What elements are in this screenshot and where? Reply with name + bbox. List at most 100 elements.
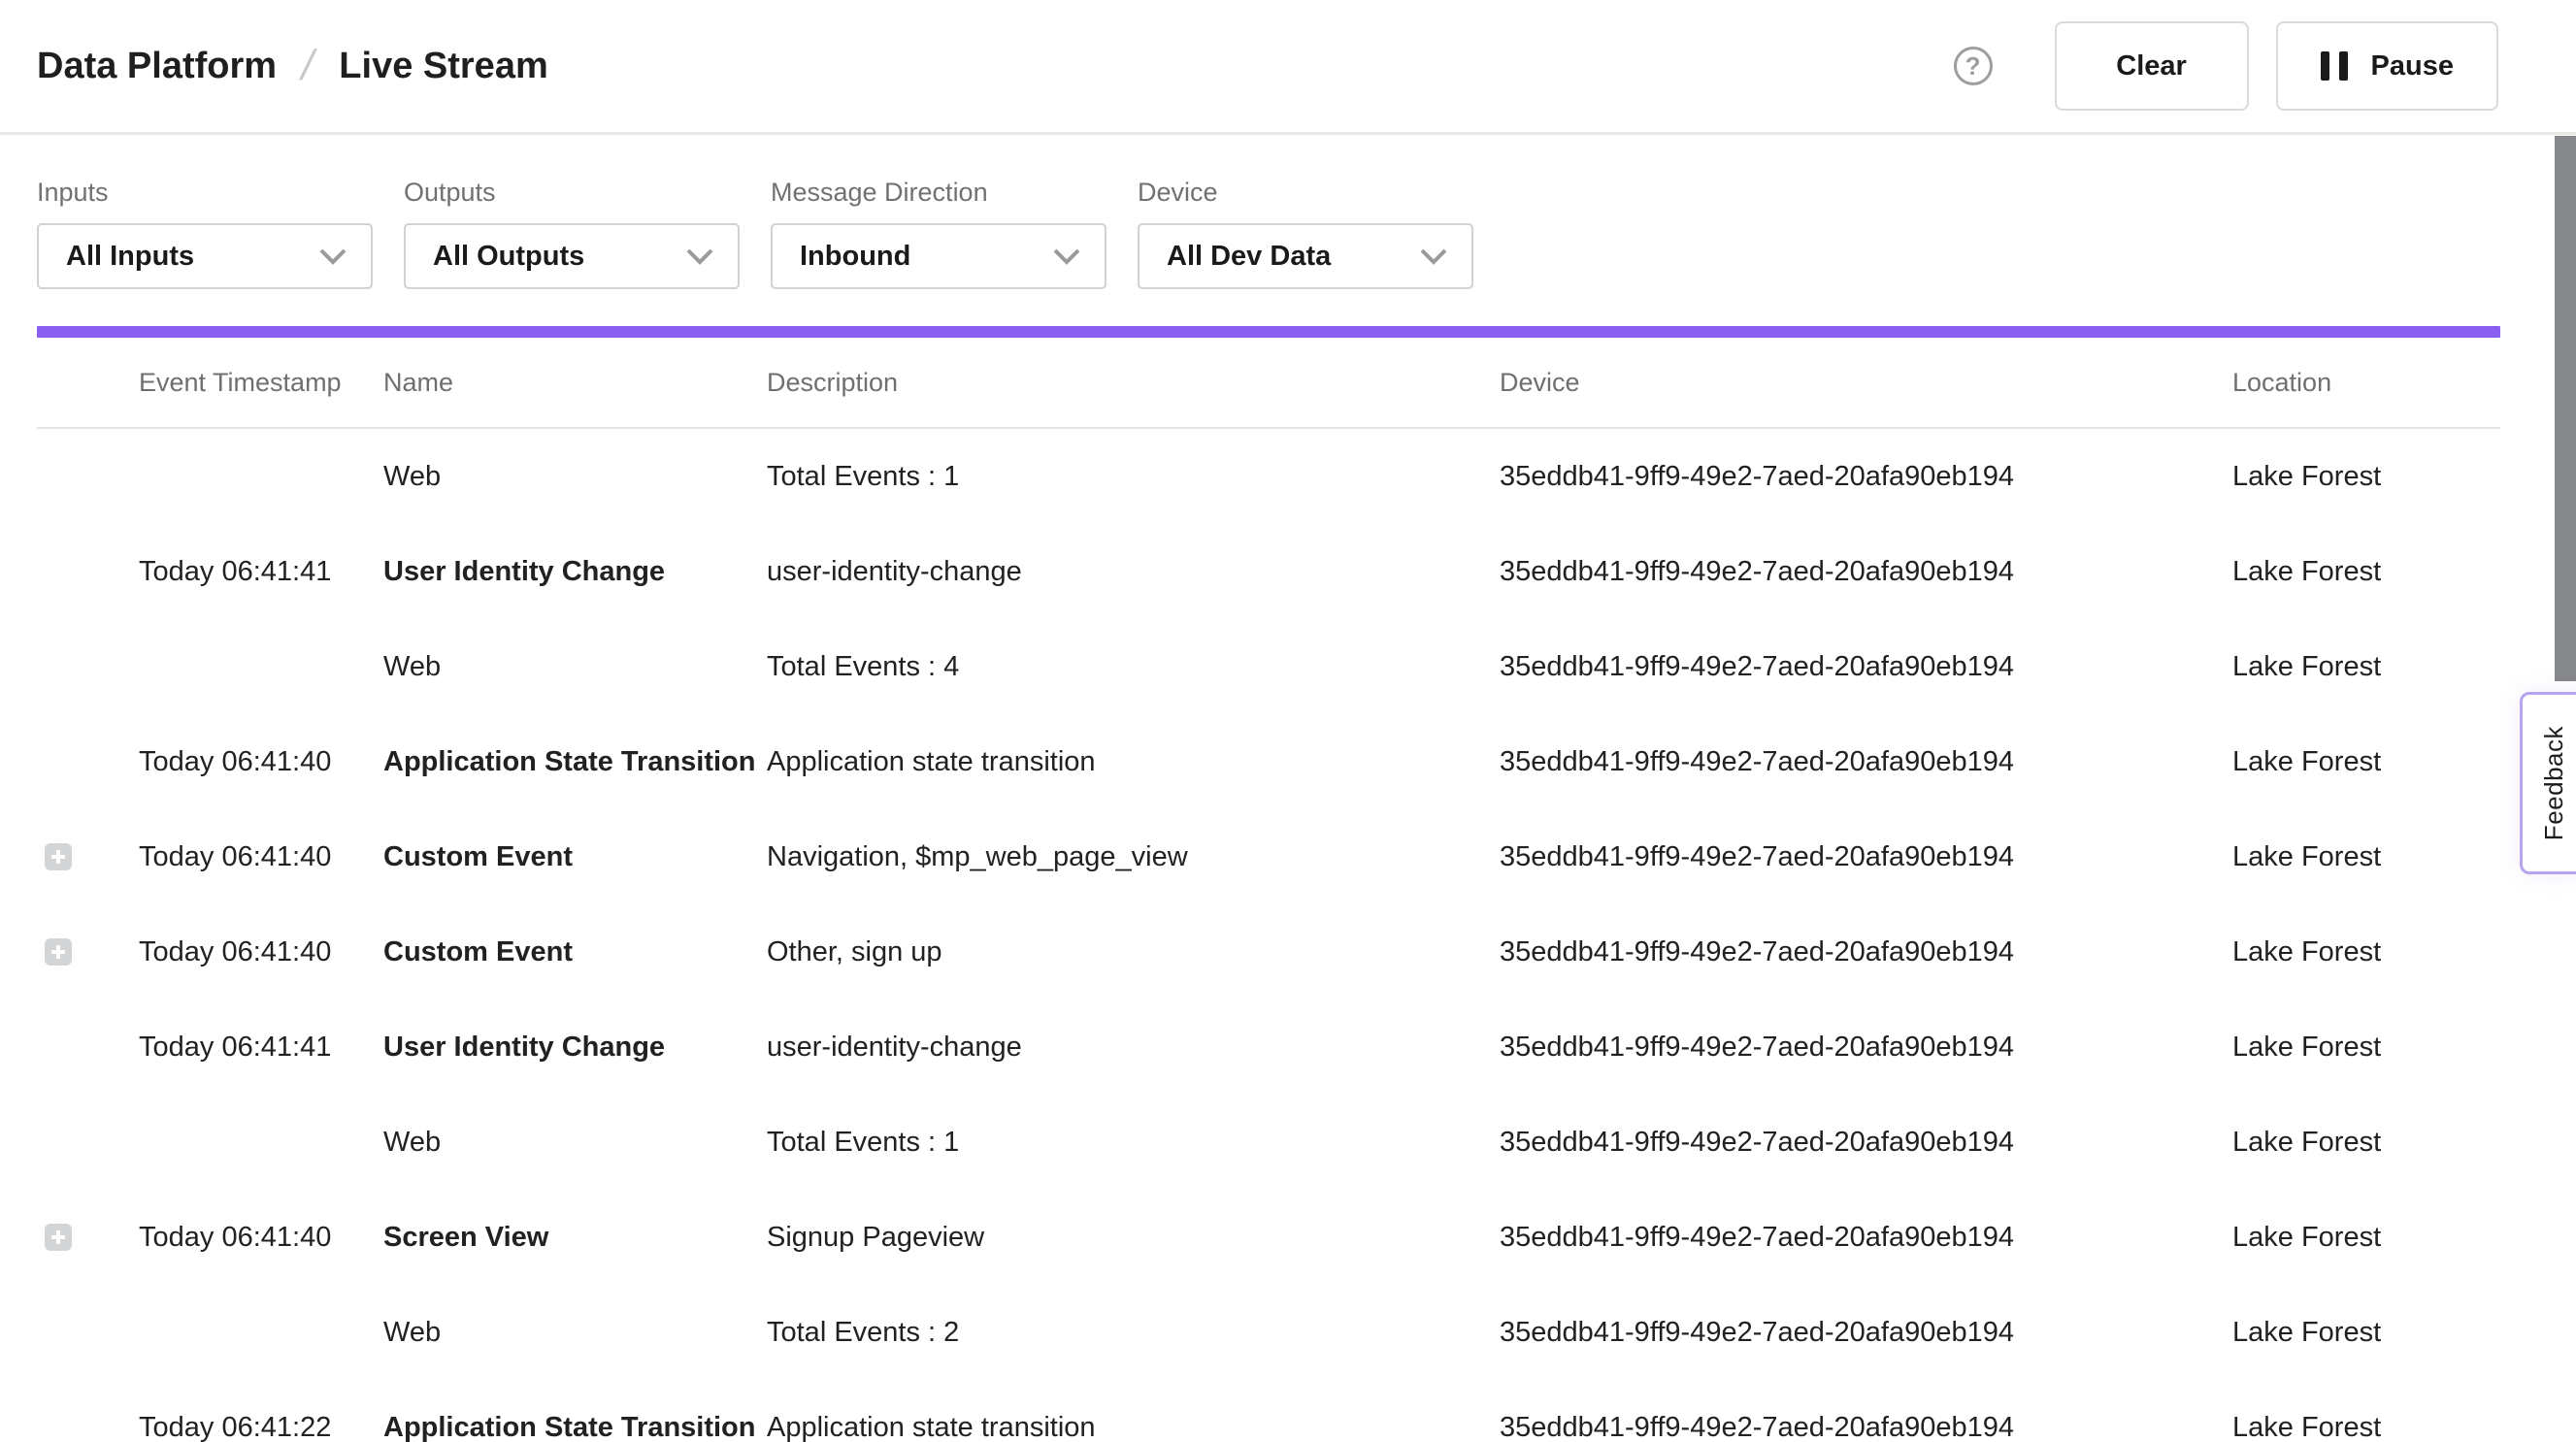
cell-timestamp: Today 06:41:40 (139, 1222, 383, 1254)
filter-device-label: Device (1138, 178, 1473, 208)
message-direction-dropdown[interactable]: Inbound (771, 223, 1106, 289)
page-title: Live Stream (339, 46, 547, 87)
filter-outputs: Outputs All Outputs (404, 178, 740, 289)
outputs-dropdown-value: All Outputs (433, 241, 584, 273)
column-header-location: Location (2232, 368, 2500, 398)
cell-device: 35eddb41-9ff9-49e2-7aed-20afa90eb194 (1500, 841, 2232, 873)
cell-device: 35eddb41-9ff9-49e2-7aed-20afa90eb194 (1500, 1127, 2232, 1159)
chevron-down-icon (685, 247, 714, 265)
event-table-body: Web Total Events : 1 35eddb41-9ff9-49e2-… (37, 429, 2500, 1442)
vertical-scrollbar[interactable] (2555, 136, 2576, 681)
filter-inputs: Inputs All Inputs (37, 178, 373, 289)
event-row[interactable]: Today 06:41:40 Application State Transit… (37, 714, 2500, 809)
cell-name: Web (383, 1127, 767, 1159)
device-dropdown[interactable]: All Dev Data (1138, 223, 1473, 289)
breadcrumb-separator-icon: / (297, 42, 319, 90)
cell-timestamp: Today 06:41:40 (139, 841, 383, 873)
event-row[interactable]: Web Total Events : 4 35eddb41-9ff9-49e2-… (37, 619, 2500, 714)
cell-location: Lake Forest (2232, 1412, 2500, 1442)
filter-outputs-label: Outputs (404, 178, 740, 208)
cell-name: Application State Transition (383, 1412, 767, 1442)
cell-device: 35eddb41-9ff9-49e2-7aed-20afa90eb194 (1500, 556, 2232, 588)
filter-device: Device All Dev Data (1138, 178, 1473, 289)
cell-timestamp: Today 06:41:41 (139, 556, 383, 588)
cell-location: Lake Forest (2232, 1127, 2500, 1159)
cell-device: 35eddb41-9ff9-49e2-7aed-20afa90eb194 (1500, 1317, 2232, 1349)
cell-location: Lake Forest (2232, 841, 2500, 873)
clear-button[interactable]: Clear (2055, 21, 2249, 111)
filters-row: Inputs All Inputs Outputs All Outputs Me… (37, 178, 2500, 289)
cell-device: 35eddb41-9ff9-49e2-7aed-20afa90eb194 (1500, 1032, 2232, 1064)
cell-name: User Identity Change (383, 1032, 767, 1064)
cell-description: Application state transition (767, 746, 1500, 778)
feedback-tab-label: Feedback (2539, 726, 2569, 840)
filter-inputs-label: Inputs (37, 178, 373, 208)
event-row[interactable]: Today 06:41:22 Application State Transit… (37, 1380, 2500, 1442)
cell-name: Custom Event (383, 841, 767, 873)
cell-name: Web (383, 461, 767, 493)
cell-device: 35eddb41-9ff9-49e2-7aed-20afa90eb194 (1500, 746, 2232, 778)
help-icon[interactable]: ? (1954, 47, 1993, 85)
cell-name: Web (383, 651, 767, 683)
cell-description: user-identity-change (767, 1032, 1500, 1064)
cell-name: User Identity Change (383, 556, 767, 588)
topbar-actions: ? Clear Pause (1954, 21, 2498, 111)
event-row[interactable]: Web Total Events : 1 35eddb41-9ff9-49e2-… (37, 1095, 2500, 1190)
column-header-device: Device (1500, 368, 2232, 398)
pause-button[interactable]: Pause (2276, 21, 2498, 111)
cell-timestamp: Today 06:41:41 (139, 1032, 383, 1064)
expand-plus-icon[interactable] (45, 938, 72, 966)
event-row[interactable]: Today 06:41:41 User Identity Change user… (37, 524, 2500, 619)
cell-description: Total Events : 1 (767, 461, 1500, 493)
pause-icon (2321, 51, 2348, 81)
device-dropdown-value: All Dev Data (1167, 241, 1331, 273)
expand-plus-icon[interactable] (45, 1224, 72, 1251)
cell-description: Total Events : 4 (767, 651, 1500, 683)
inputs-dropdown-value: All Inputs (66, 241, 194, 273)
feedback-tab[interactable]: Feedback (2520, 692, 2576, 874)
cell-location: Lake Forest (2232, 1032, 2500, 1064)
event-row[interactable]: Web Total Events : 1 35eddb41-9ff9-49e2-… (37, 429, 2500, 524)
cell-description: Total Events : 1 (767, 1127, 1500, 1159)
event-row[interactable]: Today 06:41:41 User Identity Change user… (37, 1000, 2500, 1095)
pause-button-label: Pause (2371, 50, 2454, 82)
event-row[interactable]: Today 06:41:40 Custom Event Navigation, … (37, 809, 2500, 904)
accent-bar (37, 326, 2500, 338)
cell-description: Other, sign up (767, 936, 1500, 968)
column-header-name: Name (383, 368, 767, 398)
cell-description: user-identity-change (767, 556, 1500, 588)
cell-name: Web (383, 1317, 767, 1349)
breadcrumb-section[interactable]: Data Platform (37, 46, 277, 87)
cell-location: Lake Forest (2232, 1222, 2500, 1254)
cell-timestamp: Today 06:41:22 (139, 1412, 383, 1442)
cell-description: Total Events : 2 (767, 1317, 1500, 1349)
chevron-down-icon (318, 247, 347, 265)
cell-description: Application state transition (767, 1412, 1500, 1442)
cell-name: Custom Event (383, 936, 767, 968)
breadcrumb: Data Platform / Live Stream (37, 42, 548, 90)
event-row[interactable]: Web Total Events : 2 35eddb41-9ff9-49e2-… (37, 1285, 2500, 1380)
filter-message-direction-label: Message Direction (771, 178, 1106, 208)
column-header-timestamp: Event Timestamp (139, 368, 383, 398)
filter-message-direction: Message Direction Inbound (771, 178, 1106, 289)
cell-timestamp: Today 06:41:40 (139, 746, 383, 778)
event-row[interactable]: Today 06:41:40 Custom Event Other, sign … (37, 904, 2500, 1000)
cell-name: Screen View (383, 1222, 767, 1254)
cell-device: 35eddb41-9ff9-49e2-7aed-20afa90eb194 (1500, 936, 2232, 968)
event-table-header: Event Timestamp Name Description Device … (37, 338, 2500, 429)
chevron-down-icon (1052, 247, 1081, 265)
cell-device: 35eddb41-9ff9-49e2-7aed-20afa90eb194 (1500, 1222, 2232, 1254)
clear-button-label: Clear (2116, 50, 2187, 82)
cell-device: 35eddb41-9ff9-49e2-7aed-20afa90eb194 (1500, 651, 2232, 683)
cell-location: Lake Forest (2232, 1317, 2500, 1349)
expand-plus-icon[interactable] (45, 843, 72, 870)
cell-description: Signup Pageview (767, 1222, 1500, 1254)
top-app-bar: Data Platform / Live Stream ? Clear Paus… (0, 0, 2576, 135)
column-header-description: Description (767, 368, 1500, 398)
outputs-dropdown[interactable]: All Outputs (404, 223, 740, 289)
inputs-dropdown[interactable]: All Inputs (37, 223, 373, 289)
event-row[interactable]: Today 06:41:40 Screen View Signup Pagevi… (37, 1190, 2500, 1285)
cell-location: Lake Forest (2232, 556, 2500, 588)
cell-location: Lake Forest (2232, 746, 2500, 778)
cell-location: Lake Forest (2232, 651, 2500, 683)
